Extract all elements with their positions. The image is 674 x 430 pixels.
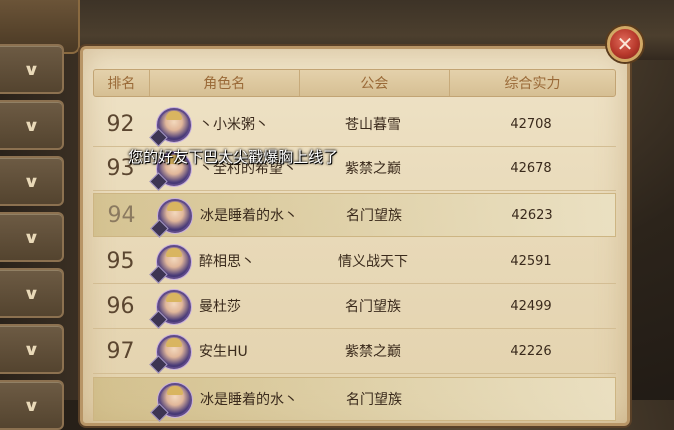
ranking-row-highlighted[interactable]: 冰是睡着的水丶 名门望族 <box>93 377 616 422</box>
helmet-icon <box>166 293 182 302</box>
power-value: 42708 <box>510 117 552 132</box>
chevron-down-icon: ∨ <box>22 59 40 79</box>
header-rank: 排名 <box>94 70 150 96</box>
guild-name: 苍山暮雪 <box>345 117 401 133</box>
rank-number: 97 <box>106 339 135 364</box>
side-expand-button-1[interactable]: ∨ <box>0 100 64 150</box>
guild-name: 名门望族 <box>346 208 402 224</box>
ranking-table-header: 排名 角色名 公会 综合实力 <box>93 69 616 97</box>
chevron-down-icon: ∨ <box>22 227 40 247</box>
chevron-down-icon: ∨ <box>22 115 40 135</box>
header-name: 角色名 <box>150 70 300 96</box>
chevron-down-icon: ∨ <box>22 339 40 359</box>
close-button[interactable]: ✕ <box>607 26 643 62</box>
guild-name: 紫禁之巅 <box>345 344 401 360</box>
rank-number: 95 <box>106 249 135 274</box>
power-value: 42499 <box>510 299 552 314</box>
rank-number: 96 <box>106 294 135 319</box>
rank-number: 92 <box>106 112 135 137</box>
side-expand-button-0[interactable]: ∨ <box>0 44 64 94</box>
power-value: 42623 <box>511 208 553 223</box>
chevron-down-icon: ∨ <box>22 283 40 303</box>
power-value <box>449 378 615 422</box>
power-value: 42591 <box>510 254 552 269</box>
ranking-row[interactable]: 92 丶小米粥丶 苍山暮雪 42708 <box>93 103 616 147</box>
header-power: 综合实力 <box>504 76 561 92</box>
ranking-row[interactable]: 95 醉相思丶 情义战天下 42591 <box>93 240 616 284</box>
helmet-icon <box>166 338 182 347</box>
ranking-row[interactable]: 97 安生HU 紫禁之巅 42226 <box>93 330 616 374</box>
ranking-row-highlighted[interactable]: 94 冰是睡着的水丶 名门望族 42623 <box>93 193 616 238</box>
chevron-down-icon: ∨ <box>22 395 40 415</box>
guild-name: 名门望族 <box>345 299 401 315</box>
side-expand-button-3[interactable]: ∨ <box>0 212 64 262</box>
friend-online-notification: 您的好友下巴太尖戳爆胸上线了 <box>128 148 339 166</box>
helmet-icon <box>166 248 182 257</box>
rank-number: 94 <box>107 203 136 228</box>
side-expand-button-4[interactable]: ∨ <box>0 268 64 318</box>
power-value: 42678 <box>510 161 552 176</box>
helmet-icon <box>167 386 183 395</box>
power-value: 42226 <box>510 344 552 359</box>
close-icon: ✕ <box>616 32 634 56</box>
header-guild: 公会 <box>300 70 450 96</box>
side-expand-button-6[interactable]: ∨ <box>0 380 64 430</box>
helmet-icon <box>167 202 183 211</box>
side-expand-button-2[interactable]: ∨ <box>0 156 64 206</box>
guild-name: 名门望族 <box>346 392 402 408</box>
helmet-icon <box>166 111 182 120</box>
side-expand-button-5[interactable]: ∨ <box>0 324 64 374</box>
ranking-row[interactable]: 96 曼杜莎 名门望族 42499 <box>93 285 616 329</box>
ranking-panel: 排名 角色名 公会 综合实力 92 丶小米粥丶 苍山暮雪 42708 93 丶全… <box>80 46 630 426</box>
rank-number <box>94 378 149 422</box>
chevron-down-icon: ∨ <box>22 171 40 191</box>
guild-name: 情义战天下 <box>338 254 408 270</box>
